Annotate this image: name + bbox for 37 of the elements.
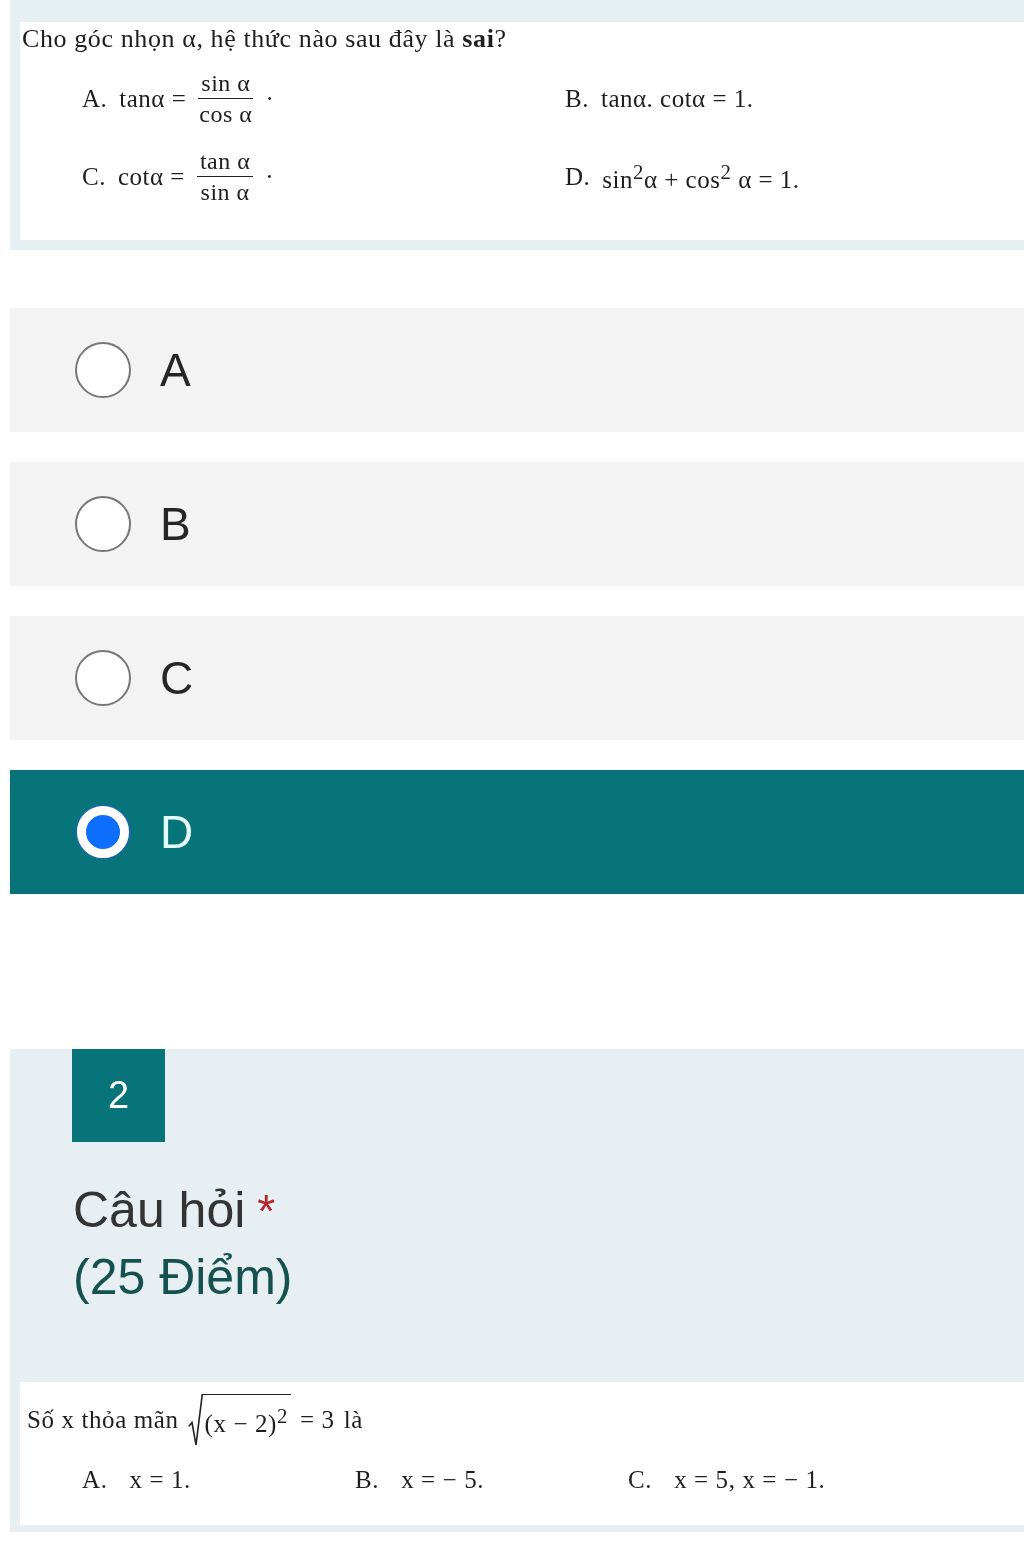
choice-label: C. bbox=[82, 163, 106, 191]
math-text: x = 5, x = − 1. bbox=[674, 1466, 826, 1494]
choice-label: B. bbox=[565, 85, 589, 113]
required-mark: * bbox=[257, 1184, 276, 1239]
math-text: cotα = bbox=[117, 163, 185, 191]
choice-label: C. bbox=[628, 1466, 653, 1494]
answer-option[interactable]: B bbox=[10, 462, 1024, 586]
choice-label: A. bbox=[82, 1466, 108, 1494]
radio-button[interactable] bbox=[75, 496, 131, 552]
radio-button[interactable] bbox=[75, 342, 131, 398]
math-text: tanα. cotα = 1. bbox=[600, 85, 754, 113]
fraction-denominator: cos α bbox=[198, 100, 254, 128]
math-text: · bbox=[265, 85, 275, 113]
answer-option[interactable]: A bbox=[10, 308, 1024, 432]
math-text: Số x thỏa mãn bbox=[27, 1406, 179, 1434]
fraction-numerator: tan α bbox=[196, 148, 254, 177]
math-text: · bbox=[265, 163, 275, 191]
radio-button[interactable] bbox=[75, 650, 131, 706]
math-text: tanα = bbox=[119, 85, 187, 113]
fraction-numerator: sin α bbox=[198, 70, 254, 99]
choice-label: D. bbox=[565, 163, 591, 191]
question-points: (25 Điểm) bbox=[73, 1248, 294, 1307]
square-root-sign-icon bbox=[187, 1394, 203, 1446]
fraction-denominator: sin α bbox=[199, 178, 251, 206]
math-text: là bbox=[343, 1406, 363, 1434]
choice-label: A. bbox=[82, 85, 108, 113]
question-text: Cho góc nhọn α, hệ thức nào sau đây là sai? bbox=[22, 24, 508, 54]
radicand: (x − 2)$^{2}$ bbox=[202, 1394, 291, 1446]
answer-option[interactable]: C bbox=[10, 616, 1024, 740]
question-number: 2 bbox=[72, 1049, 165, 1142]
choice-label: B. bbox=[355, 1466, 380, 1494]
answer-option[interactable]: D bbox=[10, 770, 1024, 894]
question-title: Câu hỏi bbox=[73, 1181, 246, 1240]
math-text: = 3 bbox=[300, 1406, 335, 1434]
math-text: x = − 5. bbox=[401, 1466, 485, 1494]
math-text: sin$^{2}$α + cos$^{2}$ α = 1. bbox=[602, 159, 800, 195]
math-text: x = 1. bbox=[129, 1466, 191, 1494]
